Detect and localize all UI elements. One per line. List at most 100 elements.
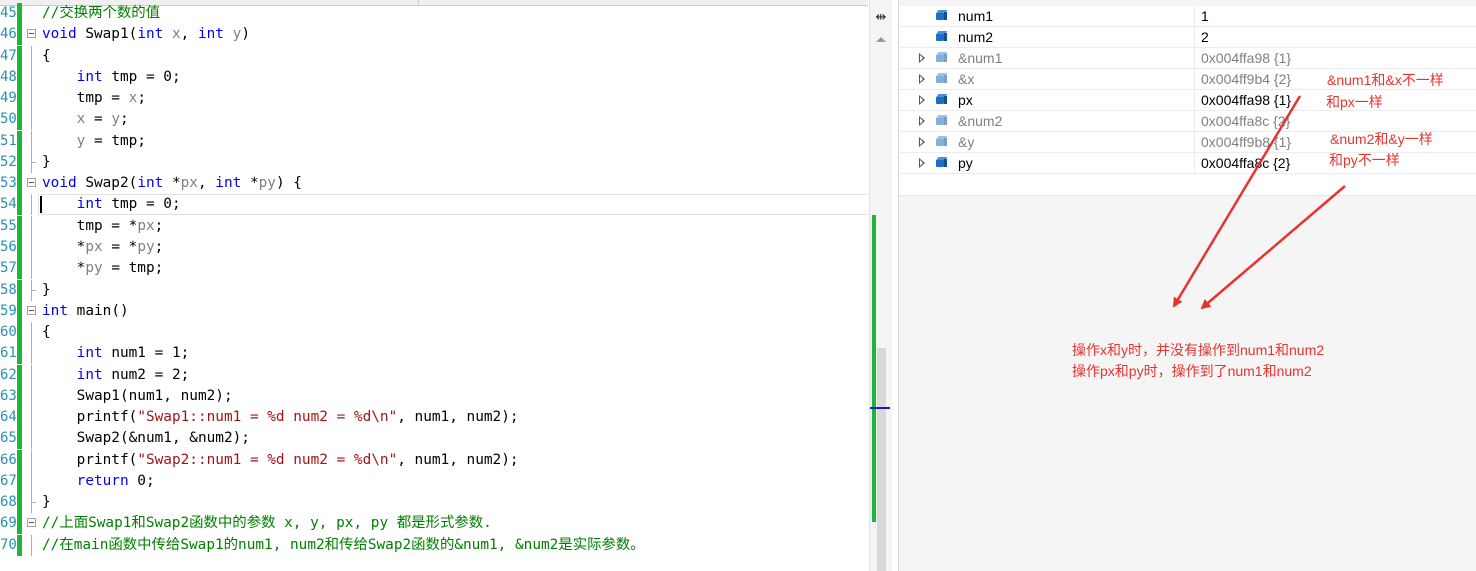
code-text[interactable]: Swap1(num1, num2); bbox=[42, 386, 233, 407]
expand-arrow-icon[interactable] bbox=[918, 53, 928, 65]
watch-value[interactable]: 0x004ffa8c {2} bbox=[1201, 111, 1290, 132]
scrollbar-change-marker bbox=[872, 215, 876, 522]
watch-row[interactable]: num1 1 bbox=[899, 6, 1476, 27]
watch-name[interactable]: &x bbox=[958, 69, 974, 90]
watch-value[interactable]: 0x004ffa98 {1} bbox=[1201, 90, 1291, 111]
change-tracking-bar bbox=[17, 407, 22, 429]
code-text[interactable]: int tmp = 0; bbox=[42, 67, 181, 88]
collapse-region-icon[interactable] bbox=[27, 305, 36, 315]
collapse-region-icon[interactable] bbox=[27, 178, 36, 188]
code-line[interactable]: 63 Swap1(num1, num2); bbox=[0, 385, 868, 407]
variable-icon-face bbox=[936, 97, 944, 104]
watch-value[interactable]: 2 bbox=[1201, 27, 1209, 48]
keyword-token: return bbox=[76, 472, 129, 489]
watch-name[interactable]: num1 bbox=[958, 6, 993, 27]
watch-name[interactable]: px bbox=[958, 90, 973, 111]
code-line[interactable]: 46 void Swap1(int x, int y) bbox=[0, 24, 868, 46]
variable-icon-side bbox=[944, 33, 947, 41]
code-line[interactable]: 64 printf("Swap1::num1 = %d num2 = %d\n"… bbox=[0, 407, 868, 429]
scrollbar-thumb[interactable] bbox=[877, 348, 886, 571]
code-line[interactable]: 54 int tmp = 0; bbox=[0, 194, 868, 216]
code-text[interactable]: tmp = *px; bbox=[42, 216, 164, 237]
code-text[interactable]: //交换两个数的值 bbox=[42, 3, 160, 24]
code-text[interactable]: void Swap1(int x, int y) bbox=[42, 24, 250, 45]
code-line[interactable]: 49 tmp = x; bbox=[0, 88, 868, 110]
collapse-region-icon[interactable] bbox=[27, 29, 36, 39]
code-line[interactable]: 70 //在main函数中传给Swap1的num1, num2和传给Swap2函数… bbox=[0, 534, 868, 556]
expand-arrow-icon[interactable] bbox=[918, 74, 928, 86]
collapse-region-icon[interactable] bbox=[27, 518, 36, 528]
watch-name[interactable]: &y bbox=[958, 132, 974, 153]
expand-arrow-icon[interactable] bbox=[918, 116, 928, 128]
code-line[interactable]: 68} bbox=[0, 492, 868, 514]
code-text[interactable]: int num1 = 1; bbox=[42, 343, 190, 364]
watch-name[interactable]: &num2 bbox=[958, 111, 1002, 132]
change-tracking-bar bbox=[17, 492, 22, 514]
watch-name[interactable]: py bbox=[958, 153, 973, 174]
code-editor[interactable]: 45//交换两个数的值 46 void Swap1(int x, int y) 47{… bbox=[0, 0, 868, 571]
watch-row[interactable]: &num1 0x004ffa98 {1} bbox=[899, 48, 1476, 69]
change-tracking-bar bbox=[17, 24, 22, 46]
code-text[interactable]: return 0; bbox=[42, 471, 155, 492]
code-token: num2 = 2; bbox=[102, 366, 190, 383]
code-text[interactable]: printf("Swap1::num1 = %d num2 = %d\n", n… bbox=[42, 407, 519, 428]
code-text[interactable]: void Swap2(int *px, int *py) { bbox=[42, 173, 302, 194]
code-line[interactable]: 55 tmp = *px; bbox=[0, 215, 868, 237]
watch-value[interactable]: 0x004ffa8c {2} bbox=[1201, 153, 1290, 174]
split-window-icon[interactable]: ⇹ bbox=[875, 11, 887, 25]
code-text[interactable]: int num2 = 2; bbox=[42, 365, 190, 386]
expand-arrow-icon[interactable] bbox=[918, 137, 928, 149]
code-text[interactable]: { bbox=[42, 322, 51, 343]
code-line[interactable]: 47 { bbox=[0, 45, 868, 67]
code-text[interactable]: x = y; bbox=[42, 109, 129, 130]
code-text[interactable]: y = tmp; bbox=[42, 131, 146, 152]
code-line[interactable]: 60 { bbox=[0, 322, 868, 344]
watch-value[interactable]: 0x004ff9b4 {2} bbox=[1201, 69, 1291, 90]
code-line[interactable]: 56 *px = *py; bbox=[0, 236, 868, 258]
code-text[interactable]: int main() bbox=[42, 301, 129, 322]
watch-name[interactable]: num2 bbox=[958, 27, 993, 48]
code-line[interactable]: 53 void Swap2(int *px, int *py) { bbox=[0, 173, 868, 195]
editor-vertical-scrollbar[interactable]: ⇹ bbox=[869, 0, 892, 571]
watch-value[interactable]: 0x004ff9b8 {1} bbox=[1201, 132, 1291, 153]
code-text[interactable]: } bbox=[42, 152, 51, 173]
code-text[interactable]: Swap2(&num1, &num2); bbox=[42, 428, 250, 449]
change-tracking-bar bbox=[17, 534, 22, 556]
code-line[interactable]: 69 //上面Swap1和Swap2函数中的参数 x, y, px, py 都是形… bbox=[0, 513, 868, 535]
keyword-token: int bbox=[215, 175, 242, 192]
watch-name[interactable]: &num1 bbox=[958, 48, 1002, 69]
code-text[interactable]: *py = tmp; bbox=[42, 258, 164, 279]
code-line[interactable]: 58} bbox=[0, 279, 868, 301]
expand-arrow-icon[interactable] bbox=[918, 95, 928, 107]
code-text[interactable]: } bbox=[42, 280, 51, 301]
code-line[interactable]: 61 int num1 = 1; bbox=[0, 343, 868, 365]
code-line[interactable]: 48 int tmp = 0; bbox=[0, 66, 868, 88]
watch-value[interactable]: 0x004ffa98 {1} bbox=[1201, 48, 1291, 69]
scroll-up-arrow-icon[interactable] bbox=[876, 37, 886, 42]
code-token: * bbox=[163, 175, 181, 192]
code-line[interactable]: 65 Swap2(&num1, &num2); bbox=[0, 428, 868, 450]
watch-add-item-row[interactable] bbox=[899, 195, 1476, 196]
code-line[interactable]: 62 int num2 = 2; bbox=[0, 364, 868, 386]
code-line[interactable]: 45 //交换两个数的值 bbox=[0, 3, 868, 24]
code-text[interactable]: //上面Swap1和Swap2函数中的参数 x, y, px, py 都是形式参… bbox=[42, 513, 492, 534]
code-line[interactable]: 57 *py = tmp; bbox=[0, 258, 868, 280]
code-line[interactable]: 67 return 0; bbox=[0, 470, 868, 492]
code-line[interactable]: 66 printf("Swap2::num1 = %d num2 = %d\n"… bbox=[0, 449, 868, 471]
code-line[interactable]: 51 y = tmp; bbox=[0, 130, 868, 152]
code-line[interactable]: 59 int main() bbox=[0, 300, 868, 322]
code-text[interactable]: *px = *py; bbox=[42, 237, 164, 258]
watch-value[interactable]: 1 bbox=[1201, 6, 1209, 27]
expand-arrow-icon[interactable] bbox=[918, 158, 928, 170]
watch-row[interactable]: num2 2 bbox=[899, 27, 1476, 48]
code-line[interactable]: 50 x = y; bbox=[0, 109, 868, 131]
code-text[interactable]: printf("Swap2::num1 = %d num2 = %d\n", n… bbox=[42, 450, 519, 471]
code-line[interactable]: 52} bbox=[0, 151, 868, 173]
outline-guide bbox=[31, 428, 32, 450]
code-text[interactable]: tmp = x; bbox=[42, 88, 146, 109]
code-text[interactable]: { bbox=[42, 46, 51, 67]
watch-row[interactable]: px 0x004ffa98 {1} bbox=[899, 90, 1476, 111]
code-text[interactable]: } bbox=[42, 492, 51, 513]
code-text[interactable]: //在main函数中传给Swap1的num1, num2和传给Swap2函数的&… bbox=[42, 535, 645, 556]
code-text[interactable]: int tmp = 0; bbox=[42, 194, 181, 215]
